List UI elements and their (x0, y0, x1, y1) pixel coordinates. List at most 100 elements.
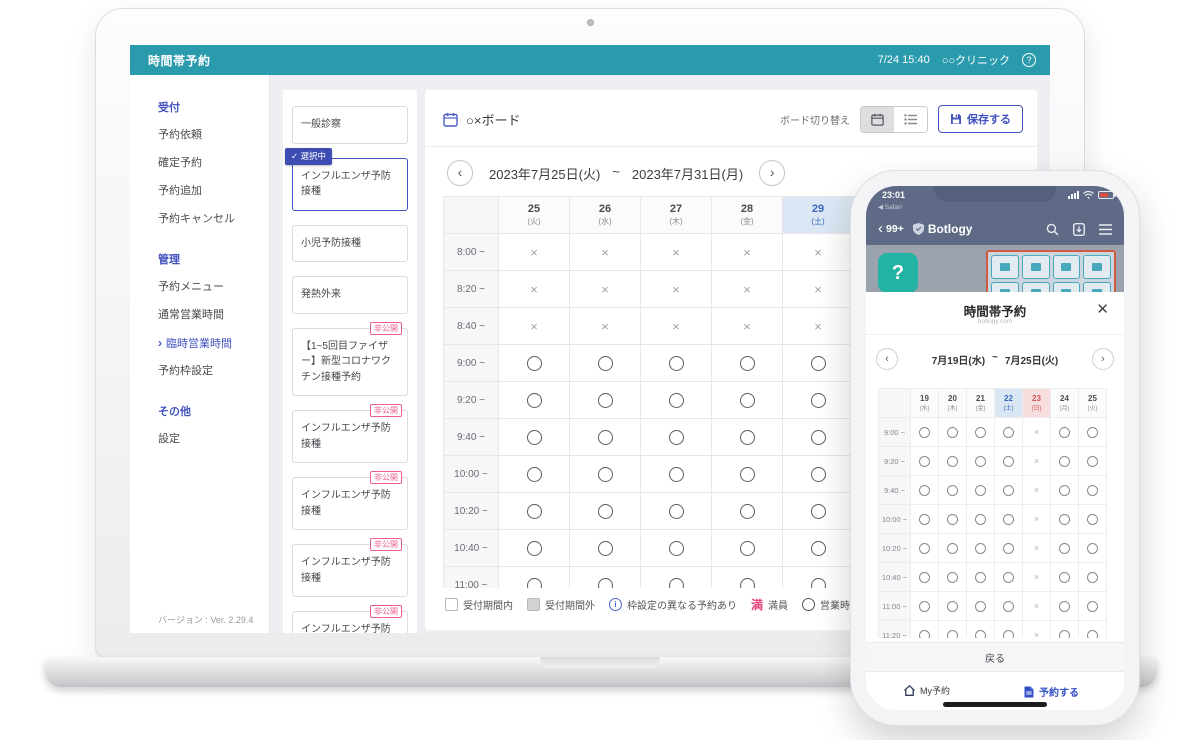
unread-badge[interactable]: 99+ (886, 223, 904, 235)
slot-cell[interactable]: × (1023, 476, 1051, 505)
menu-card[interactable]: 非公開インフルエンザ予防接種 (292, 544, 408, 597)
menu-card[interactable]: 一般診察 (292, 106, 408, 144)
day-header[interactable]: 25(火) (499, 197, 570, 234)
sidebar-item[interactable]: ›臨時営業時間 (158, 329, 261, 357)
slot-cell[interactable]: × (783, 234, 854, 271)
slot-cell[interactable] (1051, 505, 1079, 534)
slot-cell[interactable] (995, 476, 1023, 505)
slot-cell[interactable] (499, 567, 570, 588)
slot-cell[interactable] (1079, 621, 1107, 638)
slot-cell[interactable]: × (1023, 418, 1051, 447)
day-header[interactable]: 23(日) (1023, 389, 1051, 418)
slot-cell[interactable] (712, 345, 783, 382)
slot-cell[interactable]: × (1023, 592, 1051, 621)
modal-next-week-button[interactable]: › (1092, 348, 1114, 370)
slot-cell[interactable] (712, 530, 783, 567)
slot-cell[interactable] (939, 476, 967, 505)
slot-cell[interactable]: × (1023, 563, 1051, 592)
slot-cell[interactable]: × (570, 271, 641, 308)
slot-cell[interactable] (641, 345, 712, 382)
help-icon[interactable]: ? (1022, 53, 1036, 67)
slot-cell[interactable]: × (570, 234, 641, 271)
slot-cell[interactable] (995, 418, 1023, 447)
phone-safari-label[interactable]: ◀ Safari (878, 203, 902, 211)
slot-cell[interactable] (783, 382, 854, 419)
slot-cell[interactable] (499, 419, 570, 456)
day-header[interactable]: 24(月) (1051, 389, 1079, 418)
slot-cell[interactable] (641, 382, 712, 419)
slot-cell[interactable] (939, 621, 967, 638)
slot-cell[interactable] (783, 419, 854, 456)
rich-menu-icon[interactable] (991, 282, 1019, 293)
day-header[interactable]: 22(土) (995, 389, 1023, 418)
back-button[interactable]: 戻る (866, 642, 1124, 672)
day-header[interactable]: 25(火) (1079, 389, 1107, 418)
slot-cell[interactable]: × (783, 271, 854, 308)
slot-cell[interactable] (967, 534, 995, 563)
calendar-view-button[interactable] (861, 107, 894, 132)
slot-cell[interactable]: × (712, 234, 783, 271)
slot-cell[interactable] (1051, 534, 1079, 563)
slot-cell[interactable] (911, 447, 939, 476)
slot-cell[interactable] (911, 476, 939, 505)
sidebar-item[interactable]: 確定予約 (158, 149, 261, 177)
menu-card[interactable]: 非公開インフルエンザ予防接種 (292, 410, 408, 463)
sidebar-item[interactable]: 予約キャンセル (158, 205, 261, 233)
slot-cell[interactable]: × (1023, 621, 1051, 638)
day-header[interactable]: 20(木) (939, 389, 967, 418)
slot-cell[interactable] (967, 447, 995, 476)
rich-menu-icon[interactable] (1083, 255, 1111, 279)
slot-cell[interactable] (1051, 563, 1079, 592)
slot-cell[interactable] (939, 592, 967, 621)
slot-cell[interactable] (499, 345, 570, 382)
my-reservation-button[interactable]: My予約 (904, 684, 950, 697)
slot-cell[interactable] (712, 419, 783, 456)
slot-cell[interactable] (911, 621, 939, 638)
day-header[interactable]: 19(水) (911, 389, 939, 418)
slot-cell[interactable] (499, 530, 570, 567)
menu-card[interactable]: ✓ 選択中インフルエンザ予防接種 (292, 158, 408, 211)
slot-cell[interactable] (911, 505, 939, 534)
slot-cell[interactable] (499, 382, 570, 419)
slot-cell[interactable] (1051, 418, 1079, 447)
slot-cell[interactable] (995, 447, 1023, 476)
slot-cell[interactable] (712, 567, 783, 588)
slot-cell[interactable] (995, 505, 1023, 534)
slot-cell[interactable] (1079, 418, 1107, 447)
slot-cell[interactable] (967, 505, 995, 534)
slot-cell[interactable]: × (499, 234, 570, 271)
slot-cell[interactable] (783, 567, 854, 588)
sidebar-item[interactable]: 設定 (158, 425, 261, 453)
slot-cell[interactable] (911, 418, 939, 447)
slot-cell[interactable] (570, 419, 641, 456)
slot-cell[interactable] (1079, 563, 1107, 592)
search-icon[interactable] (1046, 223, 1059, 236)
slot-cell[interactable] (967, 592, 995, 621)
slot-cell[interactable]: × (1023, 534, 1051, 563)
slot-cell[interactable] (1051, 621, 1079, 638)
slot-cell[interactable] (712, 456, 783, 493)
slot-cell[interactable] (995, 592, 1023, 621)
slot-cell[interactable] (712, 493, 783, 530)
sidebar-item[interactable]: 予約メニュー (158, 273, 261, 301)
slot-cell[interactable] (783, 456, 854, 493)
slot-cell[interactable] (1079, 476, 1107, 505)
slot-cell[interactable] (641, 493, 712, 530)
slot-cell[interactable] (499, 456, 570, 493)
slot-cell[interactable] (911, 534, 939, 563)
rich-menu-icon[interactable] (991, 255, 1019, 279)
rich-menu-icon[interactable] (1053, 255, 1081, 279)
slot-cell[interactable]: × (1023, 447, 1051, 476)
slot-cell[interactable] (570, 493, 641, 530)
sidebar-item[interactable]: 通常営業時間 (158, 301, 261, 329)
slot-cell[interactable] (783, 345, 854, 382)
slot-cell[interactable]: × (499, 271, 570, 308)
slot-cell[interactable] (1051, 476, 1079, 505)
slot-cell[interactable] (641, 419, 712, 456)
menu-card[interactable]: 非公開インフルエンザ予防接種 (292, 477, 408, 530)
slot-cell[interactable] (995, 563, 1023, 592)
slot-cell[interactable] (1051, 592, 1079, 621)
menu-icon[interactable] (1099, 224, 1112, 235)
rich-menu-icon[interactable] (1022, 282, 1050, 293)
slot-cell[interactable] (1079, 447, 1107, 476)
